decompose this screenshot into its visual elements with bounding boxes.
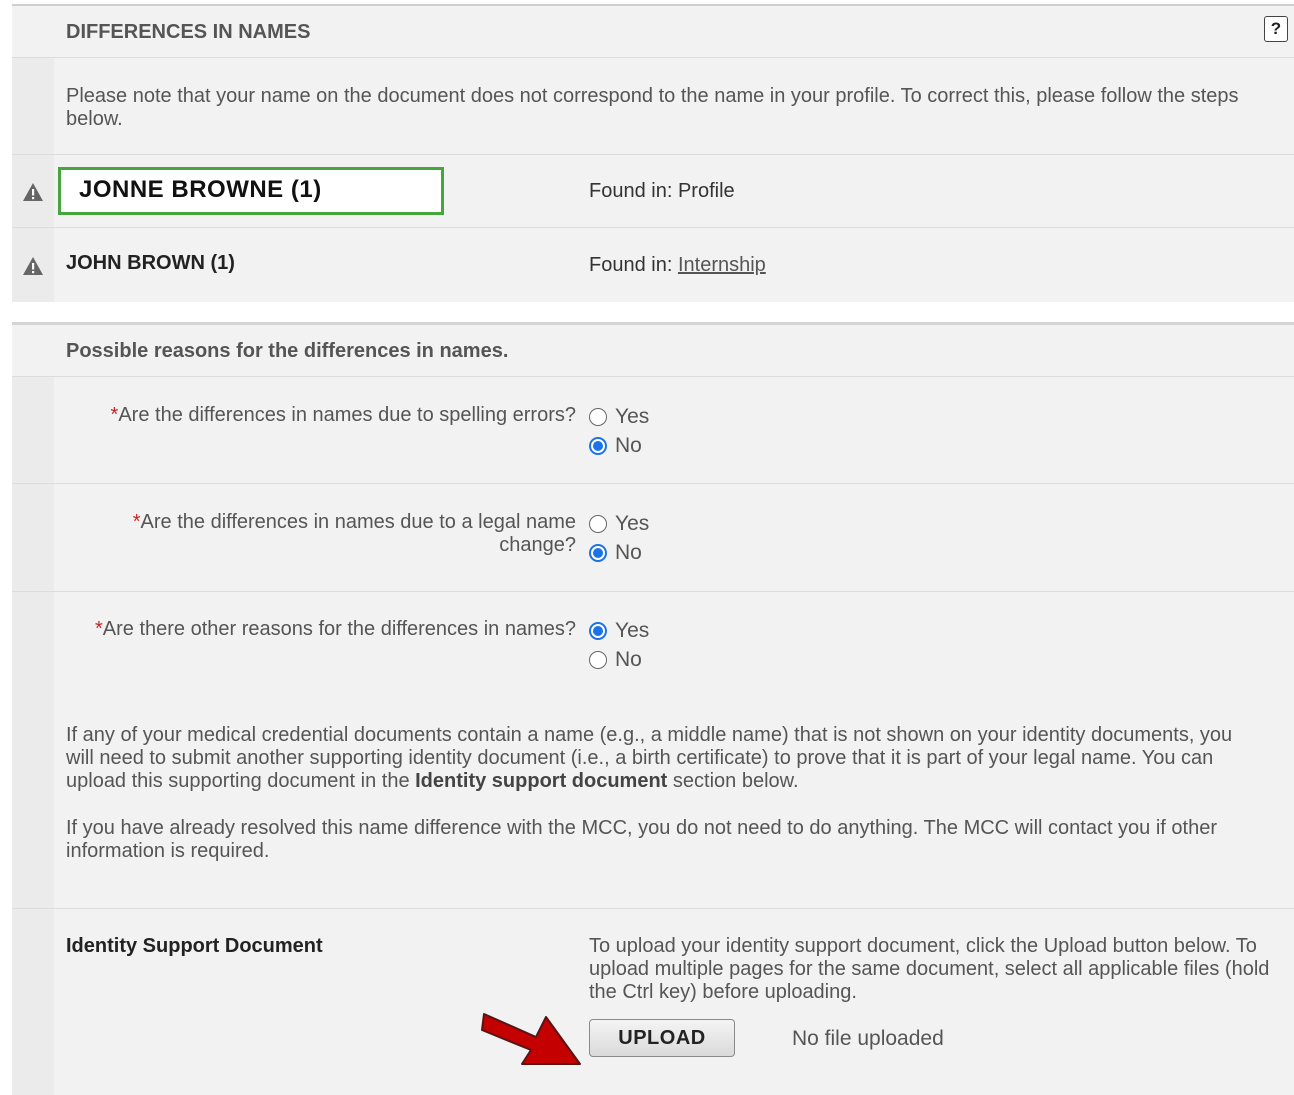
found-source: Profile (677, 180, 735, 202)
upload-instructions: To upload your identity support document… (589, 935, 1270, 1003)
legal-change-no-option[interactable]: No (589, 540, 642, 566)
spelling-yes-option[interactable]: Yes (589, 404, 649, 430)
warning-icon (23, 183, 43, 201)
other-reasons-no-radio[interactable] (589, 651, 607, 669)
divider (12, 227, 1294, 228)
profile-name: JONNE BROWNE (1) (79, 176, 322, 203)
file-status: No file uploaded (792, 1027, 944, 1050)
divider (12, 154, 1294, 155)
resolved-info: If you have already resolved this name d… (66, 817, 1217, 862)
required-mark: * (94, 618, 103, 640)
found-in-profile: Found in: Profile (589, 180, 735, 203)
spelling-no-radio[interactable] (589, 437, 607, 455)
document-name: JOHN BROWN (1) (66, 252, 235, 274)
legal-change-no-radio[interactable] (589, 544, 607, 562)
found-in-internship: Found in: Internship (589, 254, 766, 277)
other-reasons-yes-option[interactable]: Yes (589, 618, 649, 644)
question-other-reasons: *Are there other reasons for the differe… (94, 618, 576, 640)
question-spelling-errors: *Are the differences in names due to spe… (110, 404, 576, 426)
highlighted-name-box: JONNE BROWNE (1) (58, 167, 444, 215)
upload-button[interactable]: UPLOAD (589, 1019, 735, 1057)
legal-change-yes-option[interactable]: Yes (589, 511, 649, 537)
reasons-panel: Possible reasons for the differences in … (12, 322, 1294, 1095)
middle-name-info: If any of your medical credential docume… (66, 724, 1233, 792)
spelling-yes-radio[interactable] (589, 408, 607, 426)
divider (12, 57, 1294, 58)
internship-link[interactable]: Internship (678, 254, 766, 276)
help-icon[interactable]: ? (1264, 16, 1288, 42)
differences-panel: DIFFERENCES IN NAMES ? Please note that … (12, 4, 1294, 302)
identity-support-reference: Identity support document (415, 770, 668, 792)
identity-support-title: Identity Support Document (66, 935, 323, 957)
divider (12, 591, 1294, 592)
question-legal-name-change: *Are the differences in names due to a l… (132, 511, 576, 556)
other-reasons-yes-radio[interactable] (589, 622, 607, 640)
found-label: Found in: (589, 254, 678, 276)
name-mismatch-note: Please note that your name on the docume… (66, 85, 1239, 130)
found-label: Found in: (589, 180, 678, 202)
required-mark: * (132, 511, 141, 533)
reasons-title: Possible reasons for the differences in … (66, 340, 509, 362)
differences-title: DIFFERENCES IN NAMES (66, 21, 311, 43)
red-arrow-icon (481, 1013, 581, 1065)
legal-change-yes-radio[interactable] (589, 515, 607, 533)
spelling-no-option[interactable]: No (589, 433, 642, 459)
warning-icon (23, 257, 43, 275)
divider (12, 908, 1294, 909)
panel-gutter (12, 377, 54, 1095)
divider (12, 483, 1294, 484)
other-reasons-no-option[interactable]: No (589, 647, 642, 673)
divider (12, 376, 1294, 377)
